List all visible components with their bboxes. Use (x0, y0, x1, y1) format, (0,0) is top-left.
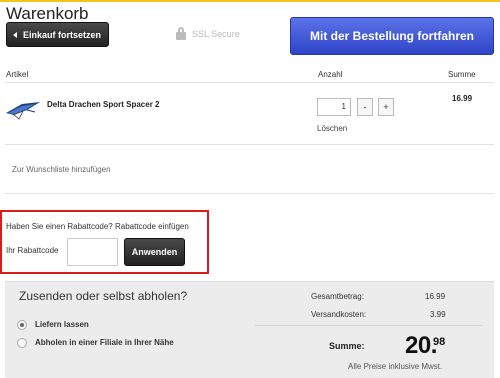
apply-coupon-button[interactable]: Anwenden (124, 238, 185, 266)
quantity-input[interactable]: 1 (317, 98, 351, 116)
header-divider (5, 82, 494, 83)
item-price: 16.99 (452, 94, 473, 103)
row-divider (5, 144, 494, 145)
chevron-left-icon (13, 31, 17, 38)
checkout-button[interactable]: Mit der Bestellung fortfahren (290, 17, 494, 55)
quantity-decrease-button[interactable]: - (357, 98, 373, 116)
column-header-anzahl: Anzahl (318, 70, 343, 79)
page-title: Warenkorb (6, 4, 89, 23)
vat-note: Alle Preise inklusive Mwst. (348, 362, 443, 371)
wishlist-divider (5, 193, 494, 194)
lock-icon (176, 27, 186, 40)
coupon-question: Haben Sie einen Rabattcode? Rabattcode e… (6, 222, 189, 231)
totals-divider (255, 325, 483, 326)
option-pickup-label[interactable]: Abholen in einer Filiale in Ihrer Nähe (35, 338, 174, 347)
shipping-title: Zusenden oder selbst abholen? (19, 289, 188, 303)
column-header-summe: Summe (448, 70, 476, 79)
shipping-cost-label: Versandkosten: (311, 310, 367, 319)
top-accent-line (0, 0, 500, 2)
coupon-label: Ihr Rabattcode (6, 246, 59, 255)
shipping-cost-value: 3.99 (430, 310, 446, 319)
product-thumbnail[interactable] (5, 99, 41, 121)
option-deliver-label[interactable]: Liefern lassen (35, 320, 89, 329)
continue-shopping-label: Einkauf fortsetzen (23, 29, 102, 40)
radio-pickup[interactable] (17, 338, 27, 348)
total-cents: 98 (433, 336, 446, 348)
total-label: Summe: (329, 341, 365, 351)
continue-shopping-button[interactable]: Einkauf fortsetzen (6, 22, 109, 47)
column-header-artikel: Artikel (6, 70, 29, 79)
subtotal-value: 16.99 (425, 292, 446, 301)
ssl-badge: SSL Secure (176, 27, 240, 40)
add-to-wishlist-link[interactable]: Zur Wunschliste hinzufügen (12, 165, 111, 174)
coupon-input[interactable] (67, 238, 118, 266)
product-name[interactable]: Delta Drachen Sport Spacer 2 (47, 100, 159, 109)
remove-item-link[interactable]: Löschen (317, 124, 347, 133)
radio-deliver[interactable] (17, 320, 27, 330)
ssl-label: SSL Secure (192, 28, 240, 39)
quantity-increase-button[interactable]: + (378, 98, 394, 116)
subtotal-label: Gesamtbetrag: (311, 292, 364, 301)
